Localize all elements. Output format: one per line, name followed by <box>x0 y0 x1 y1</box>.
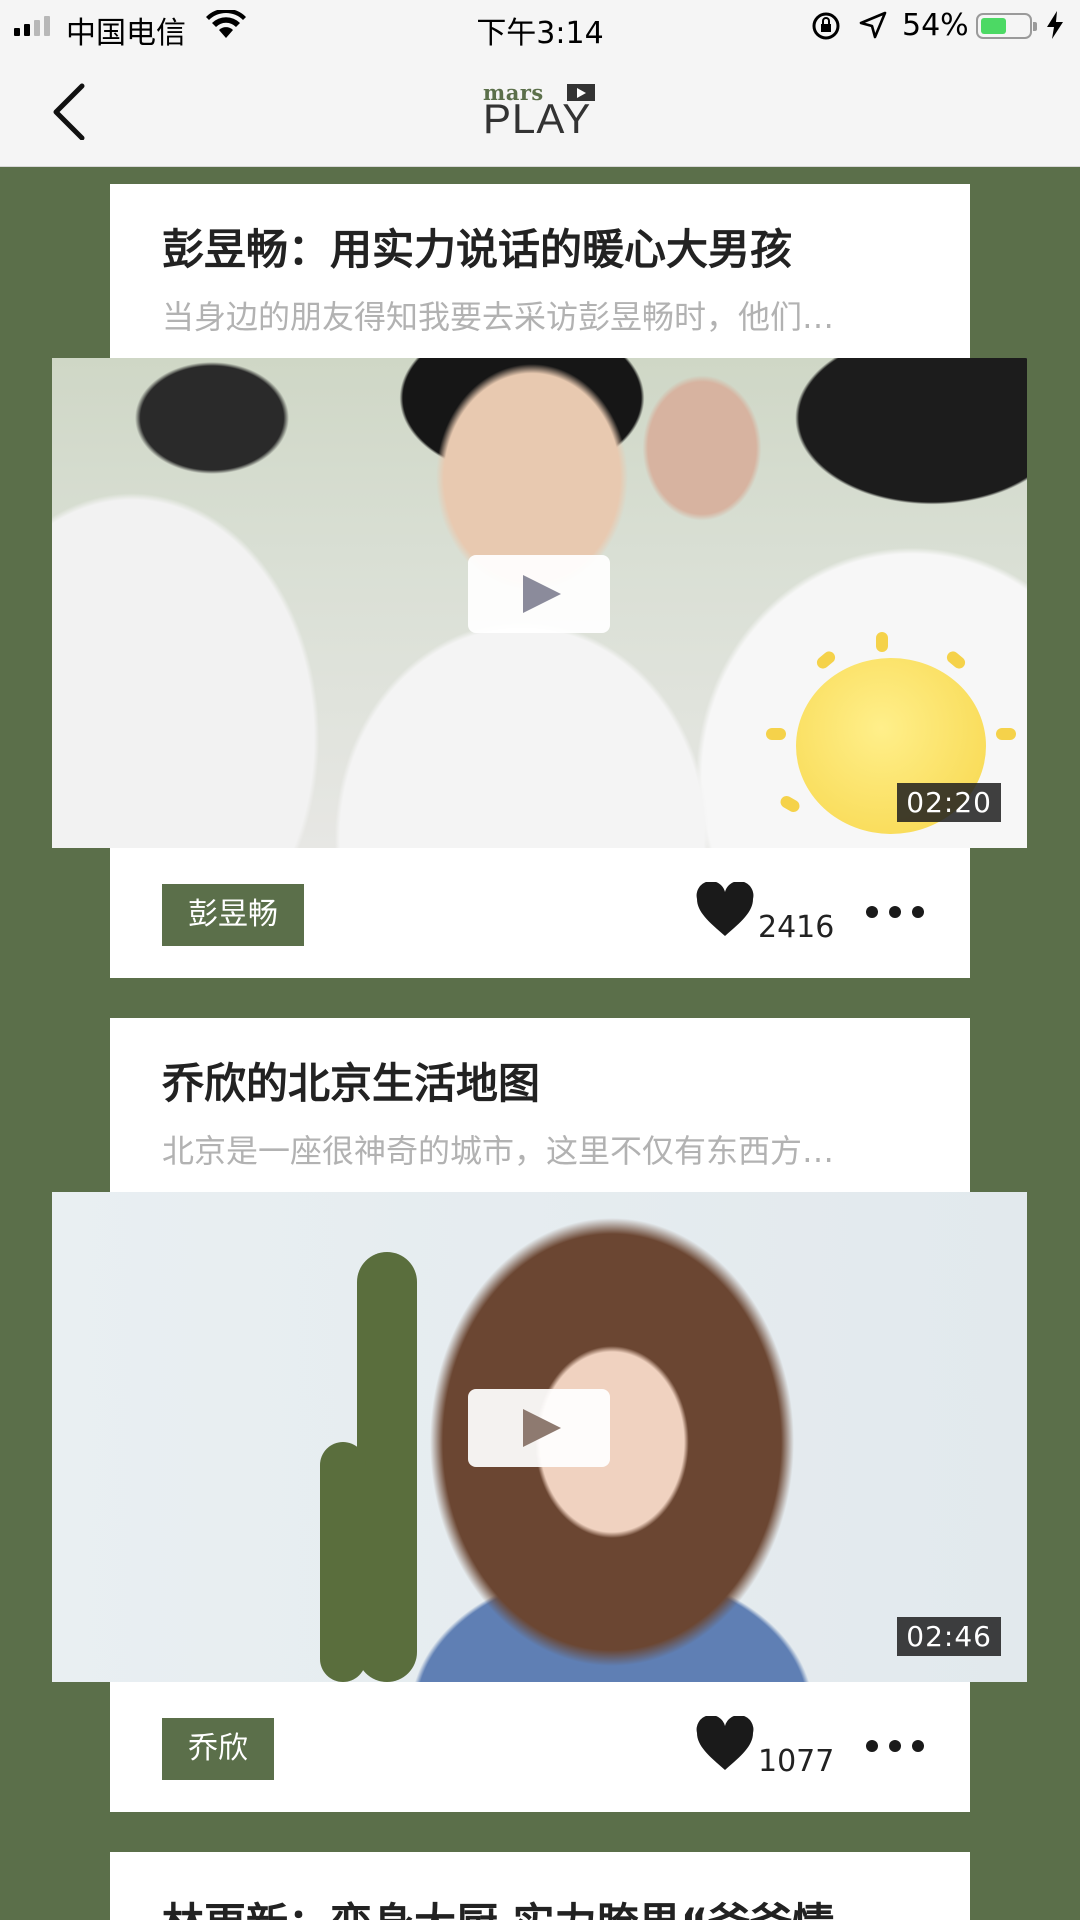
article-title[interactable]: 乔欣的北京生活地图 <box>162 1050 942 1111</box>
article-title[interactable]: 林更新：变身大厨 实力胯界“爸爸情 <box>162 1890 942 1920</box>
article-card-footer: 彭昱畅 2416 <box>110 848 970 978</box>
article-summary: 北京是一座很神奇的城市，这里不仅有东西方… <box>162 1132 835 1170</box>
cactus-image <box>357 1252 417 1682</box>
location-arrow-icon <box>858 10 888 48</box>
like-count: 1077 <box>758 1744 835 1779</box>
play-icon <box>523 575 561 613</box>
chevron-left-icon <box>53 83 85 141</box>
like-count: 2416 <box>758 910 835 945</box>
article-card-footer: 乔欣 1077 <box>110 1682 970 1812</box>
heart-icon[interactable] <box>695 1716 755 1772</box>
rotation-lock-icon <box>810 10 842 50</box>
mars-play-logo: mars PLAY <box>483 80 599 140</box>
video-duration: 02:46 <box>897 1617 1001 1656</box>
person-tag[interactable]: 彭昱畅 <box>162 884 304 946</box>
charging-bolt-icon <box>1046 10 1064 48</box>
video-thumbnail[interactable]: 02:46 <box>52 1192 1027 1682</box>
battery-percentage: 54% <box>902 8 969 43</box>
article-card-header[interactable]: 乔欣的北京生活地图 北京是一座很神奇的城市，这里不仅有东西方… <box>110 1018 970 1194</box>
more-options-button[interactable] <box>866 1738 924 1756</box>
cactus-arm-image <box>320 1442 366 1682</box>
more-options-button[interactable] <box>866 904 924 922</box>
heart-icon[interactable] <box>695 882 755 938</box>
play-button[interactable] <box>468 555 610 633</box>
logo-play-text: PLAY <box>483 95 592 142</box>
article-title[interactable]: 彭昱畅：用实力说话的暖心大男孩 <box>162 216 942 277</box>
article-card-header[interactable]: 彭昱畅：用实力说话的暖心大男孩 当身边的朋友得知我要去采访彭昱畅时，他们… <box>110 184 970 360</box>
status-bar: 中国电信 下午3:14 54% <box>0 0 1080 54</box>
play-icon <box>523 1409 561 1447</box>
video-thumbnail[interactable]: 02:20 <box>52 358 1027 848</box>
back-button[interactable] <box>44 80 104 141</box>
article-summary: 当身边的朋友得知我要去采访彭昱畅时，他们… <box>162 298 835 336</box>
battery-icon <box>976 13 1037 39</box>
person-tag[interactable]: 乔欣 <box>162 1718 274 1780</box>
article-card-header[interactable]: 林更新：变身大厨 实力胯界“爸爸情 <box>110 1852 970 1920</box>
play-button[interactable] <box>468 1389 610 1467</box>
nav-bar: mars PLAY <box>0 54 1080 167</box>
video-duration: 02:20 <box>897 783 1001 822</box>
